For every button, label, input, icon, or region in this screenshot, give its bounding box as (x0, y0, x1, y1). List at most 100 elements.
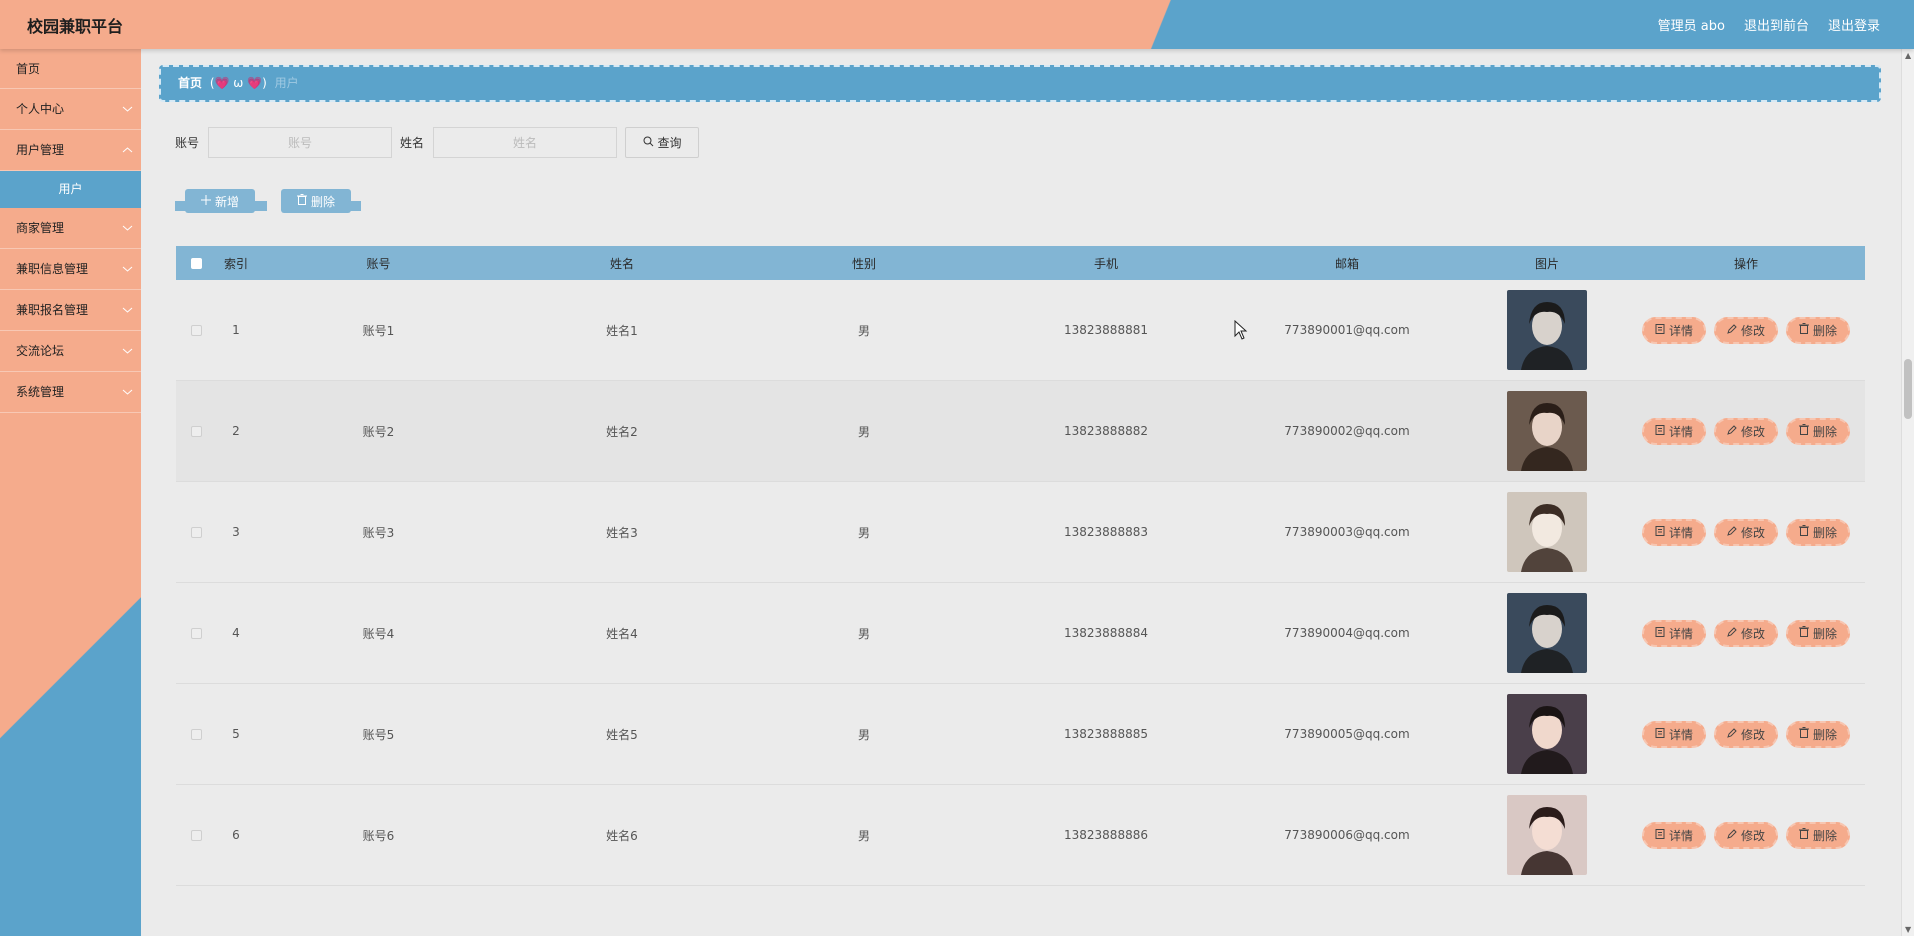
sidebar-item-job-info-management[interactable]: 兼职信息管理 (0, 249, 141, 290)
delete-button[interactable]: 删除 (1786, 720, 1851, 748)
document-icon (1655, 424, 1665, 438)
cell-operations: 详情 修改 删除 (1627, 619, 1865, 647)
user-photo[interactable] (1507, 795, 1587, 875)
cell-email: 773890004@qq.com (1284, 626, 1410, 640)
table-body: 1 账号1 姓名1 男 13823888881 773890001@qq.com 详情 修改删… (176, 280, 1865, 886)
row-checkbox[interactable] (190, 627, 202, 639)
edit-icon (1727, 323, 1737, 337)
user-photo[interactable] (1507, 593, 1587, 673)
document-icon (1655, 828, 1665, 842)
cell-image (1467, 593, 1627, 673)
scroll-thumb[interactable] (1904, 359, 1912, 419)
select-all-checkbox[interactable] (190, 257, 202, 269)
page-scrollbar[interactable]: ▲ ▼ (1901, 49, 1914, 936)
detail-button[interactable]: 详情 (1641, 619, 1706, 647)
edit-button[interactable]: 修改 (1713, 619, 1778, 647)
sidebar-item-system-management[interactable]: 系统管理 (0, 372, 141, 413)
breadcrumb-current: 用户 (274, 76, 299, 90)
document-icon (1655, 525, 1665, 539)
breadcrumb-home[interactable]: 首页 (178, 76, 202, 90)
detail-button-label: 详情 (1668, 626, 1693, 641)
logout-link[interactable]: 退出登录 (1828, 15, 1880, 34)
account-search-input[interactable] (208, 127, 393, 158)
table-row: 1 账号1 姓名1 男 13823888881 773890001@qq.com 详情 修改 删… (176, 280, 1865, 381)
delete-button[interactable]: 删除 (1786, 821, 1851, 849)
sidebar-item-forum[interactable]: 交流论坛 (0, 331, 141, 372)
sidebar-item-home[interactable]: 首页 (0, 49, 141, 89)
edit-button[interactable]: 修改 (1713, 316, 1778, 344)
batch-delete-button[interactable]: 删除 (281, 189, 351, 213)
detail-button[interactable]: 详情 (1641, 720, 1706, 748)
user-photo[interactable] (1507, 290, 1587, 370)
admin-user-link[interactable]: 管理员 abo (1658, 15, 1725, 34)
user-photo[interactable] (1507, 391, 1587, 471)
row-checkbox[interactable] (190, 324, 202, 336)
cell-index: 5 (232, 727, 240, 741)
sidebar-subitem-users[interactable]: 用户 (0, 171, 141, 208)
chevron-down-icon (122, 372, 133, 429)
exit-to-frontend-link[interactable]: 退出到前台 (1744, 15, 1809, 34)
sidebar-item-label: 交流论坛 (16, 344, 65, 358)
name-search-input[interactable] (433, 127, 618, 158)
cell-name: 姓名5 (606, 727, 638, 742)
edit-button[interactable]: 修改 (1713, 720, 1778, 748)
header-links: 管理员 abo 退出到前台 退出登录 (1658, 15, 1880, 34)
cell-image (1467, 795, 1627, 875)
detail-button[interactable]: 详情 (1641, 518, 1706, 546)
add-button[interactable]: 新增 (185, 189, 255, 213)
cell-sex: 男 (857, 727, 870, 742)
edit-button-label: 修改 (1740, 828, 1765, 843)
detail-button-label: 详情 (1668, 828, 1693, 843)
delete-button[interactable]: 删除 (1786, 417, 1851, 445)
delete-button[interactable]: 删除 (1786, 619, 1851, 647)
cell-image (1467, 290, 1627, 370)
sidebar-item-personal-center[interactable]: 个人中心 (0, 89, 141, 130)
user-photo[interactable] (1507, 694, 1587, 774)
sidebar-item-label: 首页 (16, 62, 41, 76)
edit-icon (1727, 626, 1737, 640)
cell-account: 账号1 (362, 323, 395, 338)
detail-button[interactable]: 详情 (1641, 821, 1706, 849)
detail-button[interactable]: 详情 (1641, 316, 1706, 344)
detail-button-label: 详情 (1668, 323, 1693, 338)
batch-delete-button-label: 删除 (310, 194, 335, 209)
sidebar-item-user-management[interactable]: 用户管理 (0, 130, 141, 171)
delete-button[interactable]: 删除 (1786, 316, 1851, 344)
cell-email: 773890006@qq.com (1284, 828, 1410, 842)
row-checkbox-cell (176, 324, 216, 336)
row-checkbox[interactable] (190, 829, 202, 841)
query-button[interactable]: 查询 (625, 127, 700, 158)
edit-button[interactable]: 修改 (1713, 821, 1778, 849)
edit-icon (1727, 727, 1737, 741)
table-row: 2 账号2 姓名2 男 13823888882 773890002@qq.com 详情 修改 删… (176, 381, 1865, 482)
delete-button[interactable]: 删除 (1786, 518, 1851, 546)
cell-account: 账号6 (362, 828, 395, 843)
cell-phone: 13823888884 (1064, 626, 1148, 640)
document-icon (1655, 727, 1665, 741)
cell-index: 6 (232, 828, 240, 842)
cell-operations: 详情 修改 删除 (1627, 821, 1865, 849)
edit-button[interactable]: 修改 (1713, 417, 1778, 445)
row-checkbox-cell (176, 425, 216, 437)
scroll-down-icon[interactable]: ▼ (1905, 925, 1911, 934)
sidebar-item-label: 系统管理 (16, 385, 65, 399)
trash-icon (1799, 727, 1809, 741)
row-checkbox[interactable] (190, 728, 202, 740)
cell-sex: 男 (857, 626, 870, 641)
cell-phone: 13823888886 (1064, 828, 1148, 842)
row-checkbox[interactable] (190, 526, 202, 538)
cell-sex: 男 (857, 525, 870, 540)
user-photo[interactable] (1507, 492, 1587, 572)
row-checkbox[interactable] (190, 425, 202, 437)
scroll-up-icon[interactable]: ▲ (1905, 51, 1911, 60)
header-email: 邮箱 (1334, 256, 1359, 271)
edit-icon (1727, 525, 1737, 539)
sidebar-item-merchant-management[interactable]: 商家管理 (0, 208, 141, 249)
row-checkbox-cell (176, 728, 216, 740)
delete-button-flag-right (349, 201, 361, 211)
sidebar-item-job-signup-management[interactable]: 兼职报名管理 (0, 290, 141, 331)
header-operations: 操作 (1733, 256, 1758, 271)
cell-email: 773890002@qq.com (1284, 424, 1410, 438)
detail-button[interactable]: 详情 (1641, 417, 1706, 445)
edit-button[interactable]: 修改 (1713, 518, 1778, 546)
